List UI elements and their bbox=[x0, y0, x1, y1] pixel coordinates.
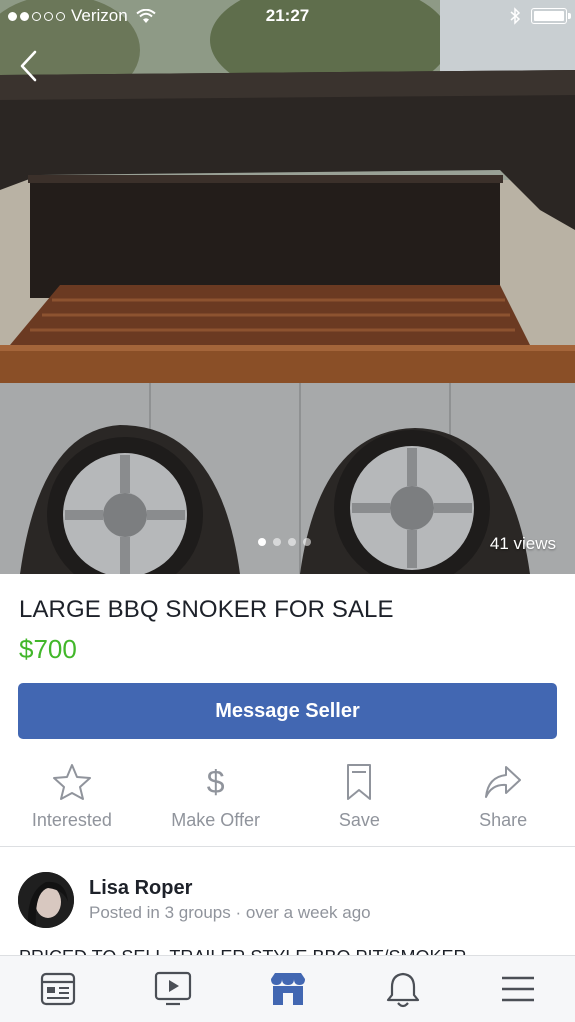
bookmark-icon bbox=[347, 764, 372, 800]
tab-video[interactable] bbox=[115, 956, 230, 1022]
seller-name[interactable]: Lisa Roper bbox=[89, 877, 371, 900]
seller-meta: Posted in 3 groups · over a week ago bbox=[89, 903, 371, 922]
menu-icon bbox=[501, 976, 534, 1002]
pager-dot[interactable] bbox=[258, 538, 266, 546]
view-count: 41 views bbox=[489, 534, 556, 553]
make-offer-button[interactable]: $ Make Offer bbox=[144, 760, 288, 846]
interested-label: Interested bbox=[31, 810, 112, 830]
listing-photo[interactable]: Verizon 21:27 41 views bbox=[0, 0, 575, 574]
tab-news-feed[interactable] bbox=[0, 956, 115, 1022]
message-seller-button[interactable]: Message Seller bbox=[18, 683, 557, 739]
chevron-left-icon bbox=[20, 50, 37, 82]
pager-dot[interactable] bbox=[303, 538, 311, 546]
avatar[interactable] bbox=[18, 872, 74, 928]
bbq-smoker-photo bbox=[0, 0, 575, 574]
tab-marketplace[interactable] bbox=[230, 956, 345, 1022]
interested-button[interactable]: Interested bbox=[0, 760, 144, 846]
tab-menu[interactable] bbox=[460, 956, 575, 1022]
description-text: PRICED TO SELL TRAILER STYLE BBQ PIT/SMO… bbox=[19, 943, 559, 955]
carrier-name: Verizon bbox=[71, 6, 128, 25]
back-button[interactable] bbox=[12, 46, 44, 86]
wifi-icon bbox=[136, 8, 156, 23]
save-label: Save bbox=[338, 810, 380, 830]
status-bar: Verizon 21:27 bbox=[0, 0, 575, 32]
pager-dot[interactable] bbox=[288, 538, 296, 546]
marketplace-icon bbox=[270, 973, 305, 1005]
star-icon bbox=[52, 764, 91, 800]
listing-description: PRICED TO SELL TRAILER STYLE BBQ PIT/SMO… bbox=[19, 943, 559, 955]
action-row: Interested $ Make Offer Save Share bbox=[0, 760, 575, 846]
bottom-tab-bar bbox=[0, 955, 575, 1022]
battery-icon bbox=[531, 8, 571, 24]
share-label: Share bbox=[479, 810, 528, 830]
notifications-bell-icon bbox=[386, 972, 419, 1008]
share-button[interactable]: Share bbox=[431, 760, 575, 846]
save-button[interactable]: Save bbox=[288, 760, 432, 846]
seller-photo bbox=[18, 872, 74, 928]
make-offer-label: Make Offer bbox=[171, 810, 260, 830]
dollar-icon: $ bbox=[206, 764, 225, 800]
signal-strength-icon bbox=[8, 11, 65, 21]
video-icon bbox=[154, 971, 191, 1006]
section-divider bbox=[0, 846, 575, 847]
listing-price: $700 bbox=[19, 634, 77, 664]
news-feed-icon bbox=[40, 972, 75, 1006]
seller-info[interactable]: Lisa Roper Posted in 3 groups · over a w… bbox=[18, 872, 558, 928]
listing-title: LARGE BBQ SNOKER FOR SALE bbox=[19, 596, 394, 623]
tab-notifications[interactable] bbox=[345, 956, 460, 1022]
pager-dot[interactable] bbox=[273, 538, 281, 546]
photo-pager[interactable] bbox=[258, 538, 311, 546]
bluetooth-icon bbox=[510, 7, 521, 25]
share-arrow-icon bbox=[485, 766, 522, 798]
